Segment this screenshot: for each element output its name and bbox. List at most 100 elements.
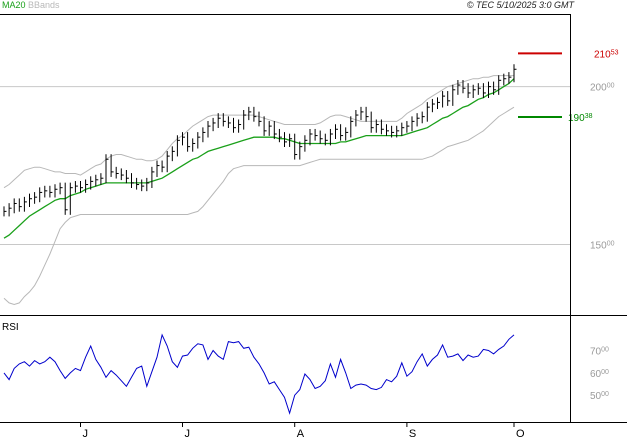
price-bar <box>421 111 425 124</box>
price-bar <box>335 124 338 140</box>
price-bar <box>95 174 99 187</box>
price-bar <box>39 187 43 203</box>
axis-label-50: 5000 <box>590 391 609 402</box>
bb-upper-line <box>3 75 514 189</box>
price-bar <box>131 173 134 188</box>
price-bar <box>467 83 471 98</box>
x-tick-label: O <box>516 428 525 440</box>
price-bar <box>85 179 89 193</box>
price-bar <box>319 130 323 144</box>
price-bar <box>125 170 129 184</box>
price-bar <box>100 173 104 185</box>
price-bar <box>3 206 7 217</box>
price-bar <box>350 116 354 138</box>
time-axis: JJASO <box>80 422 525 440</box>
legend-bbands: BBands <box>28 0 60 10</box>
price-axis-labels: 20000 15000 <box>590 83 615 252</box>
price-bar <box>161 160 165 173</box>
price-bar <box>273 121 277 140</box>
price-bar <box>115 166 119 179</box>
price-bar <box>34 192 38 204</box>
price-bar <box>253 106 257 122</box>
price-bar <box>406 121 410 133</box>
price-bar <box>447 91 451 106</box>
price-bar <box>452 84 456 106</box>
price-bar <box>74 181 78 193</box>
price-bar <box>187 132 191 152</box>
price-bar <box>426 102 430 122</box>
rsi-panel: RSI 7000 6000 5000 <box>2 322 609 415</box>
price-bar <box>442 91 446 108</box>
price-bar <box>141 179 145 192</box>
price-bar <box>278 128 282 143</box>
price-bar <box>120 168 124 181</box>
price-bar <box>360 106 364 121</box>
price-bar <box>212 117 216 132</box>
price-bar <box>437 97 440 110</box>
price-bar <box>227 116 231 128</box>
price-bar <box>314 128 318 141</box>
price-bar <box>498 75 502 95</box>
price-bar <box>268 121 272 136</box>
price-bar <box>13 198 17 214</box>
rsi-title: RSI <box>2 322 19 333</box>
price-bar <box>243 110 247 130</box>
price-bar <box>370 111 374 133</box>
header: MA20 BBands © TEC 5/10/2025 3:0 GMT <box>2 0 575 10</box>
price-bar <box>340 124 344 141</box>
price-bar <box>64 182 68 215</box>
price-bar <box>299 141 303 160</box>
price-bar <box>8 203 12 217</box>
price-bar <box>411 116 415 132</box>
price-bar <box>477 83 481 95</box>
price-bar <box>192 138 196 152</box>
price-bar <box>345 127 349 141</box>
price-bar <box>488 81 491 98</box>
price-bar <box>207 121 211 138</box>
rsi-axis-labels: 7000 6000 5000 <box>590 347 609 403</box>
price-bar <box>365 106 369 122</box>
price-bar <box>136 177 140 190</box>
axis-label-60: 6000 <box>590 369 609 380</box>
x-tick-label: J <box>185 428 191 440</box>
price-bar <box>59 182 63 195</box>
price-bar <box>156 160 160 177</box>
price-bar <box>110 154 114 177</box>
price-bar <box>146 177 150 192</box>
axis-label-200: 20000 <box>590 83 615 94</box>
copyright-label: © TEC 5/10/2025 3:0 GMT <box>467 0 576 10</box>
price-bar <box>401 122 405 136</box>
price-bar <box>69 182 73 215</box>
resistance-label: 21053 <box>594 49 619 60</box>
price-bar <box>238 119 242 133</box>
axis-label-70: 7000 <box>590 347 609 358</box>
price-bar <box>294 133 298 160</box>
x-tick-label: S <box>409 428 416 440</box>
support-label: 19038 <box>568 113 593 124</box>
price-bar <box>258 111 262 127</box>
price-chart: MA20 BBands © TEC 5/10/2025 3:0 GMT 2105… <box>0 0 627 440</box>
price-bar <box>457 80 461 95</box>
price-bar <box>49 185 53 198</box>
price-bar <box>513 64 517 83</box>
price-bar <box>416 113 420 127</box>
price-bar <box>23 196 27 212</box>
price-bar <box>202 127 206 143</box>
x-tick-label: A <box>297 428 305 440</box>
rsi-line <box>3 333 515 415</box>
price-bar <box>233 117 236 133</box>
price-bar <box>431 98 435 113</box>
price-bar <box>171 146 175 162</box>
price-bar <box>29 193 32 207</box>
chart-frame <box>0 14 627 423</box>
price-bar <box>44 185 48 198</box>
price-bar <box>386 124 389 136</box>
legend-ma20: MA20 <box>2 0 26 10</box>
price-bar <box>54 184 58 198</box>
axis-label-150: 15000 <box>590 241 615 252</box>
price-bar <box>355 110 359 127</box>
price-bar <box>18 198 22 212</box>
price-bar <box>151 166 155 188</box>
price-bar <box>248 106 252 121</box>
rsi-series <box>3 333 515 415</box>
